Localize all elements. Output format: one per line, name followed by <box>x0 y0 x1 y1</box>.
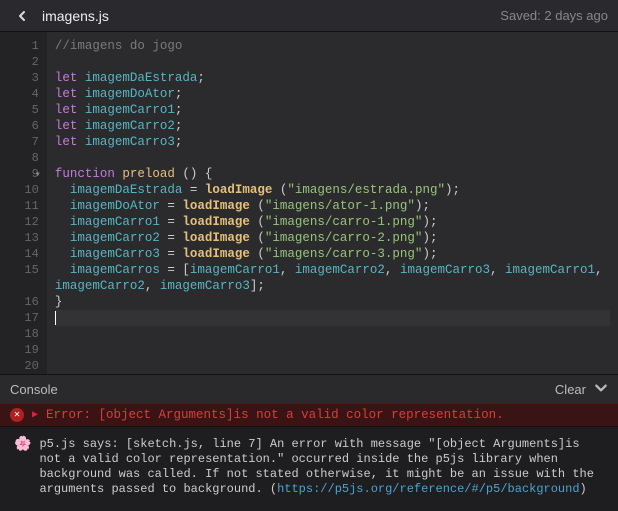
chevron-left-icon <box>16 10 28 22</box>
gutter-line: 20 <box>4 358 39 374</box>
back-button[interactable] <box>10 4 34 28</box>
gutter-line: 5 <box>4 102 39 118</box>
gutter-line: 8 <box>4 150 39 166</box>
code-line[interactable]: let imagemCarro2; <box>55 118 610 134</box>
line-gutter: 123456789▾101112131415161718192021 <box>0 32 47 374</box>
console-title: Console <box>10 382 555 397</box>
gutter-line: 16 <box>4 294 39 310</box>
clear-button[interactable]: Clear <box>555 382 586 397</box>
gutter-line: 6 <box>4 118 39 134</box>
chevron-down-icon <box>594 381 608 395</box>
console-message-text: p5.js says: [sketch.js, line 7] An error… <box>39 437 604 497</box>
error-icon: ✕ <box>10 408 24 422</box>
gutter-line: 12 <box>4 214 39 230</box>
code-line[interactable]: let imagemCarro3; <box>55 134 610 150</box>
console-header: Console Clear <box>0 375 618 403</box>
error-text: Error: [object Arguments]is not a valid … <box>46 408 504 422</box>
code-line[interactable]: function preload () { <box>55 166 610 182</box>
flower-icon: 🌸 <box>14 438 31 453</box>
gutter-line: 13 <box>4 230 39 246</box>
saved-status: Saved: 2 days ago <box>500 8 608 23</box>
code-line[interactable]: imagemCarro2 = loadImage ("imagens/carro… <box>55 230 610 246</box>
gutter-line: 3 <box>4 70 39 86</box>
console-body: 🌸 p5.js says: [sketch.js, line 7] An err… <box>0 427 618 511</box>
gutter-line: 9▾ <box>4 166 39 182</box>
code-line[interactable]: let imagemDaEstrada; <box>55 70 610 86</box>
gutter-line: 14 <box>4 246 39 262</box>
code-line[interactable]: imagemDaEstrada = loadImage ("imagens/es… <box>55 182 610 198</box>
code-line[interactable] <box>55 310 610 326</box>
gutter-line: 18 <box>4 326 39 342</box>
code-editor[interactable]: 123456789▾101112131415161718192021 //ima… <box>0 32 618 374</box>
code-line[interactable]: } <box>55 294 610 310</box>
reference-link[interactable]: https://p5js.org/reference/#/p5/backgrou… <box>277 482 579 496</box>
console-panel: Console Clear ✕ ▶ Error: [object Argumen… <box>0 374 618 511</box>
gutter-line: 10 <box>4 182 39 198</box>
code-line[interactable] <box>55 358 610 374</box>
gutter-line: 1 <box>4 38 39 54</box>
code-line[interactable]: let imagemDoAtor; <box>55 86 610 102</box>
code-line[interactable]: imagemCarro3 = loadImage ("imagens/carro… <box>55 246 610 262</box>
gutter-line <box>4 278 39 294</box>
error-bar[interactable]: ✕ ▶ Error: [object Arguments]is not a va… <box>0 403 618 427</box>
code-area[interactable]: //imagens do jogolet imagemDaEstrada;let… <box>47 32 618 374</box>
console-collapse-button[interactable] <box>594 381 608 398</box>
gutter-line: 19 <box>4 342 39 358</box>
console-message: 🌸 p5.js says: [sketch.js, line 7] An err… <box>14 437 604 497</box>
code-line[interactable] <box>55 54 610 70</box>
code-line[interactable]: imagemCarro2, imagemCarro3]; <box>55 278 610 294</box>
gutter-line: 4 <box>4 86 39 102</box>
gutter-line: 7 <box>4 134 39 150</box>
gutter-line: 2 <box>4 54 39 70</box>
code-line[interactable]: imagemCarro1 = loadImage ("imagens/carro… <box>55 214 610 230</box>
play-icon: ▶ <box>32 409 38 421</box>
editor-header: imagens.js Saved: 2 days ago <box>0 0 618 32</box>
code-line[interactable]: //imagens do jogo <box>55 38 610 54</box>
code-line[interactable] <box>55 342 610 358</box>
text-cursor <box>55 311 56 325</box>
code-line[interactable]: imagemDoAtor = loadImage ("imagens/ator-… <box>55 198 610 214</box>
code-line[interactable]: let imagemCarro1; <box>55 102 610 118</box>
gutter-line: 17 <box>4 310 39 326</box>
gutter-line: 15 <box>4 262 39 278</box>
gutter-line: 11 <box>4 198 39 214</box>
filename-label: imagens.js <box>42 8 500 24</box>
code-line[interactable] <box>55 326 610 342</box>
code-line[interactable] <box>55 150 610 166</box>
code-line[interactable]: imagemCarros = [imagemCarro1, imagemCarr… <box>55 262 610 278</box>
